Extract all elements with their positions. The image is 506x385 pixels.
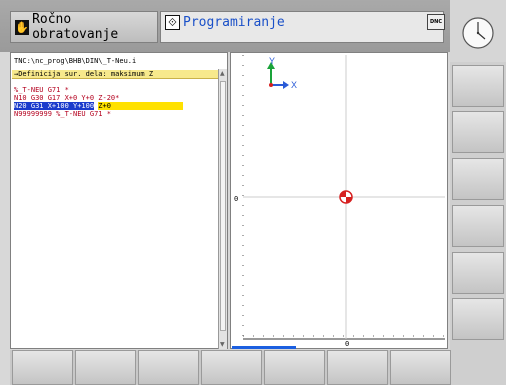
input-field[interactable]: Z+0 bbox=[98, 102, 111, 110]
programming-mode-tab[interactable]: ⟐ Programiranje bbox=[160, 11, 444, 43]
vertical-softkey-3[interactable] bbox=[452, 158, 504, 200]
vertical-softkey-2[interactable] bbox=[452, 111, 504, 153]
softkey-2[interactable] bbox=[75, 350, 136, 385]
file-path: TNC:\nc_prog\BHB\DIN\_T-Neu.i bbox=[14, 57, 137, 65]
definition-prompt: →Definicija sur. dela: maksimum Z bbox=[12, 70, 226, 79]
vertical-zero-label: 0 bbox=[234, 195, 238, 203]
programming-mode-label: Programiranje bbox=[183, 15, 285, 30]
datum-marker-icon bbox=[339, 190, 353, 204]
editor-scrollbar[interactable]: ▲ ▼ bbox=[218, 69, 227, 349]
vertical-softkey-5[interactable] bbox=[452, 252, 504, 294]
program-run-icon: ⟐ bbox=[165, 15, 180, 30]
vertical-softkey-6[interactable] bbox=[452, 298, 504, 340]
softkey-3[interactable] bbox=[138, 350, 199, 385]
clock-area bbox=[450, 0, 506, 62]
input-field-fill bbox=[110, 102, 183, 110]
clock-icon bbox=[462, 17, 494, 49]
softkey-6[interactable] bbox=[327, 350, 388, 385]
y-axis-label: Y bbox=[269, 56, 275, 66]
softkey-5[interactable] bbox=[264, 350, 325, 385]
softkey-7[interactable] bbox=[390, 350, 451, 385]
dnc-indicator: DNC bbox=[427, 14, 445, 30]
graphics-canvas: Y X 0 0 bbox=[234, 55, 445, 348]
hand-icon: ✋ bbox=[15, 19, 30, 35]
program-editor[interactable]: TNC:\nc_prog\BHB\DIN\_T-Neu.i →Definicij… bbox=[10, 52, 259, 349]
scrollbar-thumb[interactable] bbox=[220, 81, 226, 331]
vertical-softkey-1[interactable] bbox=[452, 65, 504, 107]
manual-mode-tab[interactable]: ✋ Ročno obratovanje bbox=[10, 11, 158, 43]
softkey-1[interactable] bbox=[12, 350, 73, 385]
scroll-down-icon[interactable]: ▼ bbox=[220, 341, 225, 348]
softkey-4[interactable] bbox=[201, 350, 262, 385]
graphics-hscroll-indicator[interactable] bbox=[232, 346, 296, 349]
manual-mode-label: Ročno obratovanje bbox=[32, 12, 119, 42]
graphics-window[interactable]: Y X 0 0 bbox=[230, 52, 448, 349]
x-axis-label: X bbox=[291, 80, 297, 90]
x-axis-arrowhead bbox=[283, 81, 289, 89]
selected-block-text: N20 G31 X+100 Y+100 bbox=[14, 102, 95, 110]
vertical-softkey-4[interactable] bbox=[452, 205, 504, 247]
axis-origin-dot bbox=[269, 83, 273, 87]
scroll-up-icon[interactable]: ▲ bbox=[220, 70, 225, 77]
horizontal-zero-label: 0 bbox=[345, 340, 349, 348]
